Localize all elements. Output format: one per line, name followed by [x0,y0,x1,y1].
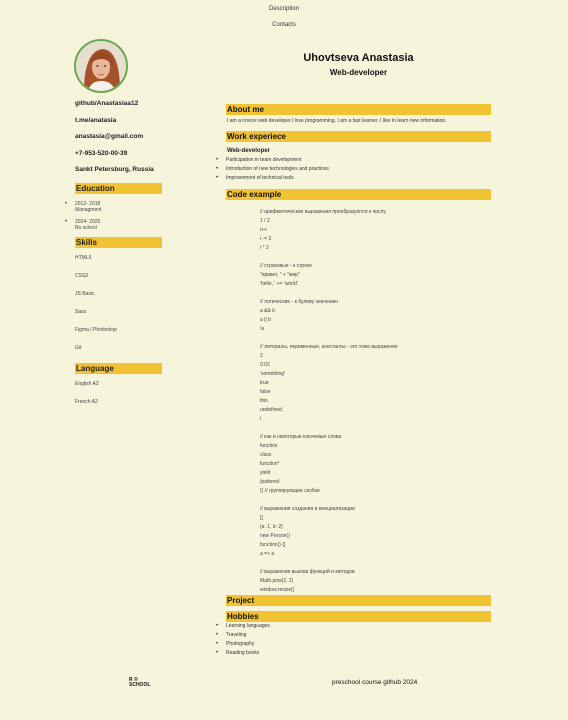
about-text: I am a novice web developer.I love progr… [227,118,447,124]
code-line: false [260,389,271,395]
code-line: [] [260,515,263,521]
code-line: function [260,443,278,449]
hobbies-list: Learning languages Traveling Photography… [216,622,491,658]
contact-phone: +7-953-520-00-39 [75,149,128,157]
code-line: () // группирующие скобки [260,488,320,494]
language-list: English A2 French A2 [75,381,162,405]
code-line: function() {} [260,542,286,548]
list-item: CSS3 [75,272,89,279]
code-line: // как и некоторые ключевые слова [260,434,342,440]
list-item: Reading books [216,649,491,658]
code-line: // арифметические выражения преобразуютс… [260,209,386,215]
avatar [74,39,128,93]
education-place: Rs school [75,224,97,231]
nav-contacts-link[interactable]: Contacts [0,22,568,38]
contact-location: Sankt Petersburg, Russia [75,166,154,173]
code-line: 1 / 2 [260,218,270,224]
rs-school-logo[interactable]: R ® SCHOOL [129,678,150,688]
list-item: Learning languages [216,622,491,631]
code-line: // логические - к булеву значению [260,299,338,305]
nav-description-link[interactable]: Description [0,6,568,22]
code-line: window.resize() [260,587,295,593]
code-line: i * 2 [260,245,269,251]
skills-list: HTML5 CSS3 JS Basic Sass Figma / Photosh… [75,255,162,351]
code-line: a => a [260,551,275,557]
code-line: 2 [260,353,263,359]
list-item: Photography [216,640,491,649]
project-heading: Project [226,595,491,606]
left-column: github/Anastasiaa12 t.me/anatasia anasta… [65,100,162,417]
education-heading: Education [75,182,162,194]
code-line: !a [260,326,265,332]
education-list: 2012- 2018 Managment 2024- 2025 Rs schoo… [65,201,162,231]
list-item: Improvement of technical tools [216,174,491,183]
skills-heading: Skills [75,236,162,248]
list-item: HTML5 [75,254,92,261]
list-item: English A2 [75,380,99,387]
code-line: true [260,380,269,386]
logo-line: SCHOOL [129,682,151,688]
code-line: 'something' [260,371,285,377]
list-item: Figma / Photoshop [75,326,117,333]
list-item: Sass [75,308,87,315]
right-column: About me I am a novice web developer.I l… [216,104,491,658]
work-heading: Work experiece [226,131,491,142]
list-item: 2024- 2025 Rs school [65,219,162,231]
code-line: function* [260,461,280,467]
code-line: a || b [260,317,271,323]
work-list: Participation in team development Introd… [216,156,491,183]
code-line: "привет, " + "мир" [260,272,300,278]
hobbies-heading: Hobbies [226,611,491,622]
list-item: Introduction of new technologies and pra… [216,165,491,174]
code-line: Math.pow(2, 2) [260,578,294,584]
list-item: JS Basic [75,290,95,297]
code-line: // литералы, переменные, константы - это… [260,344,398,350]
code-line: undefined [260,407,282,413]
code-line: 0.02 [260,362,270,368]
code-line: i [260,416,262,422]
code-line: i++ [260,227,267,233]
profile-name: Uhovtseva Anastasia [303,52,414,64]
avatar-photo [76,41,126,91]
work-role: Web-developer [227,148,270,154]
code-line: // выражения вызова функций и методов [260,569,355,575]
code-heading: Code example [226,189,491,200]
code-line: this [260,398,268,404]
code-line: 'hello, ' += 'world' [260,281,298,287]
list-item: Participation in team development [216,156,491,165]
language-heading: Language [75,362,162,374]
code-line: new Person() [260,533,290,539]
code-line: class [260,452,272,458]
top-nav: Description Contacts [0,6,568,38]
contact-telegram[interactable]: t.me/anatasia [75,117,162,134]
code-line: {a: 1, b: 2} [260,524,283,530]
education-place: Managment [75,206,102,213]
code-line: // выражения создания и инициализации [260,506,355,512]
list-item: Traveling [216,631,491,640]
profile-role: Web-developer [329,68,388,77]
code-line: a && b [260,308,276,314]
code-line: // строковые - к строке [260,263,312,269]
contact-email[interactable]: anastasia@gmail.com [75,133,162,150]
list-item: French A2 [75,398,98,405]
footer-text: preschool course github 2024 [332,679,418,686]
about-heading: About me [226,104,491,115]
code-line: /pattern/i [260,479,280,485]
contact-github[interactable]: github/Anastasiaa12 [75,100,162,117]
code-example: // арифметические выражения преобразуютс… [226,208,491,595]
code-line: yield [260,470,271,476]
list-item: Git [75,344,82,351]
list-item: 2012- 2018 Managment [65,201,162,213]
code-line: i -= 2 [260,236,272,242]
